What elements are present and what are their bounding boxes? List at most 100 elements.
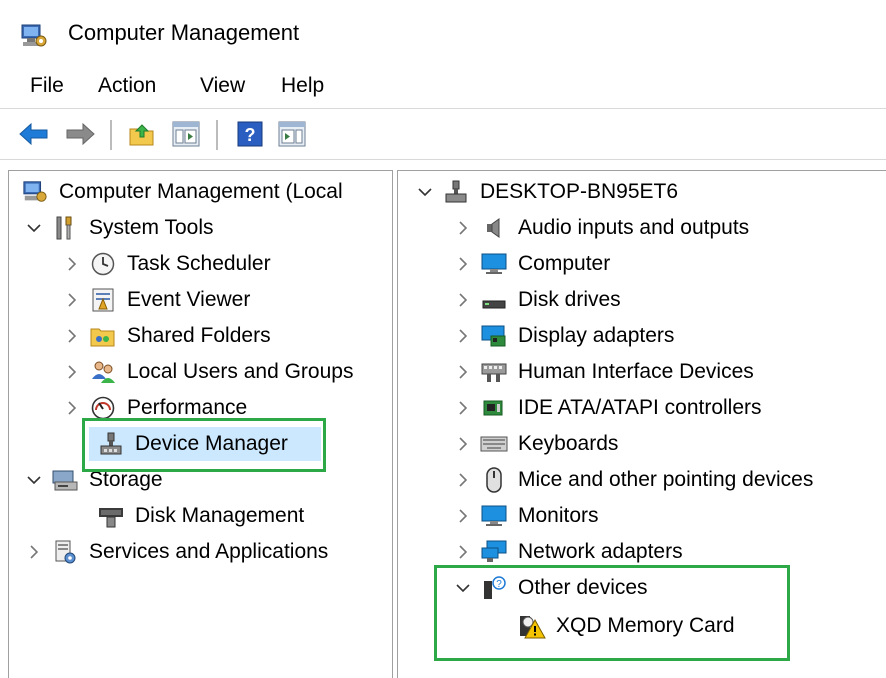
tree-item-label: Disk Management: [135, 504, 305, 527]
folder-up-icon: [129, 124, 154, 146]
chevron-right-icon[interactable]: [452, 437, 474, 451]
tree-item-label: Performance: [127, 396, 248, 419]
chevron-right-icon[interactable]: [452, 293, 474, 307]
computer-name: DESKTOP-BN95ET6: [480, 180, 679, 203]
up-one-level-button[interactable]: [126, 119, 158, 149]
chevron-right-icon[interactable]: [61, 365, 83, 379]
tree-item-task-scheduler[interactable]: Task Scheduler: [61, 247, 271, 281]
disk-drive-icon: [480, 286, 508, 314]
chevron-right-icon[interactable]: [61, 257, 83, 271]
tree-item-label: Local Users and Groups: [127, 360, 354, 383]
device-category-label: Computer: [518, 252, 611, 275]
tree-item-shared-folders[interactable]: Shared Folders: [61, 319, 271, 353]
monitor-icon: [480, 250, 508, 278]
device-category-label: Audio inputs and outputs: [518, 216, 750, 239]
tree-item-label: Services and Applications: [89, 540, 329, 563]
monitor-icon: [480, 502, 508, 530]
hid-icon: [480, 358, 508, 386]
tree-item-label: Shared Folders: [127, 324, 271, 347]
device-category-network-adapters[interactable]: Network adapters: [452, 535, 683, 569]
tree-item-system-tools[interactable]: System Tools: [23, 211, 214, 245]
display-adapter-icon: [480, 322, 508, 350]
clock-icon: [89, 250, 117, 278]
speaker-icon: [480, 214, 508, 242]
chevron-down-icon[interactable]: [23, 475, 45, 485]
highlight-box-other-devices: [434, 565, 790, 661]
shared-folder-icon: [89, 322, 117, 350]
chevron-right-icon[interactable]: [452, 329, 474, 343]
menu-file[interactable]: File: [30, 74, 64, 98]
tree-item-event-viewer[interactable]: Event Viewer: [61, 283, 250, 317]
forward-button[interactable]: [64, 119, 96, 149]
toolbar-separator: [110, 120, 112, 150]
console-tree-icon: [172, 121, 200, 147]
window-title: Computer Management: [68, 20, 300, 45]
chevron-right-icon[interactable]: [23, 545, 45, 559]
tools-icon: [51, 214, 79, 242]
chevron-down-icon[interactable]: [414, 187, 436, 197]
device-category-hid[interactable]: Human Interface Devices: [452, 355, 754, 389]
highlight-box-device-manager: [82, 418, 326, 472]
device-category-label: Monitors: [518, 504, 599, 527]
arrow-left-icon: [19, 123, 48, 145]
device-category-ide[interactable]: IDE ATA/ATAPI controllers: [452, 391, 762, 425]
device-category-label: IDE ATA/ATAPI controllers: [518, 396, 762, 419]
tree-item-local-users-and-groups[interactable]: Local Users and Groups: [61, 355, 353, 389]
tree-item-label: Task Scheduler: [127, 252, 271, 275]
chevron-right-icon[interactable]: [61, 401, 83, 415]
device-category-label: Disk drives: [518, 288, 621, 311]
mouse-icon: [480, 466, 508, 494]
help-button[interactable]: ?: [234, 119, 266, 149]
menu-bar: File Action View Help: [0, 68, 886, 108]
toolbar-separator: [216, 120, 218, 150]
back-button[interactable]: [18, 119, 50, 149]
device-category-label: Mice and other pointing devices: [518, 468, 814, 491]
action-pane-icon: [278, 121, 306, 147]
device-tree-computer-node[interactable]: DESKTOP-BN95ET6: [414, 175, 678, 209]
device-category-mice[interactable]: Mice and other pointing devices: [452, 463, 813, 497]
device-category-label: Network adapters: [518, 540, 683, 563]
disk-management-icon: [97, 502, 125, 530]
tree-item-services-and-applications[interactable]: Services and Applications: [23, 535, 328, 569]
chevron-right-icon[interactable]: [61, 329, 83, 343]
tree-root-label: Computer Management (Local: [59, 180, 343, 203]
chevron-right-icon[interactable]: [61, 293, 83, 307]
ide-controller-icon: [480, 394, 508, 422]
device-category-computer[interactable]: Computer: [452, 247, 610, 281]
tree-item-label: Event Viewer: [127, 288, 251, 311]
chevron-right-icon[interactable]: [452, 401, 474, 415]
menu-help[interactable]: Help: [281, 74, 324, 98]
show-hide-action-pane-button[interactable]: [276, 119, 308, 149]
chevron-right-icon[interactable]: [452, 509, 474, 523]
menu-view[interactable]: View: [200, 74, 245, 98]
chevron-right-icon[interactable]: [452, 545, 474, 559]
chevron-right-icon[interactable]: [452, 473, 474, 487]
chevron-right-icon[interactable]: [452, 365, 474, 379]
arrow-right-icon: [66, 123, 95, 145]
device-category-audio[interactable]: Audio inputs and outputs: [452, 211, 749, 245]
device-category-label: Keyboards: [518, 432, 619, 455]
tree-item-disk-management[interactable]: Disk Management: [89, 499, 304, 533]
svg-text:?: ?: [245, 125, 256, 145]
device-category-label: Human Interface Devices: [518, 360, 754, 383]
event-log-icon: [89, 286, 117, 314]
device-category-label: Display adapters: [518, 324, 675, 347]
network-adapter-icon: [480, 538, 508, 566]
storage-icon: [51, 466, 79, 494]
chevron-down-icon[interactable]: [23, 223, 45, 233]
device-category-monitors[interactable]: Monitors: [452, 499, 599, 533]
menu-action[interactable]: Action: [98, 74, 156, 98]
chevron-right-icon[interactable]: [452, 257, 474, 271]
device-category-keyboards[interactable]: Keyboards: [452, 427, 618, 461]
computer-management-icon: [21, 178, 49, 206]
toolbar: ?: [0, 108, 886, 160]
services-icon: [51, 538, 79, 566]
tree-root-computer-management[interactable]: Computer Management (Local: [21, 175, 343, 209]
show-hide-console-tree-button[interactable]: [170, 119, 202, 149]
chevron-right-icon[interactable]: [452, 221, 474, 235]
keyboard-icon: [480, 430, 508, 458]
computer-node-icon: [442, 178, 470, 206]
device-category-display-adapters[interactable]: Display adapters: [452, 319, 674, 353]
computer-management-icon: [20, 22, 48, 50]
device-category-disk-drives[interactable]: Disk drives: [452, 283, 621, 317]
